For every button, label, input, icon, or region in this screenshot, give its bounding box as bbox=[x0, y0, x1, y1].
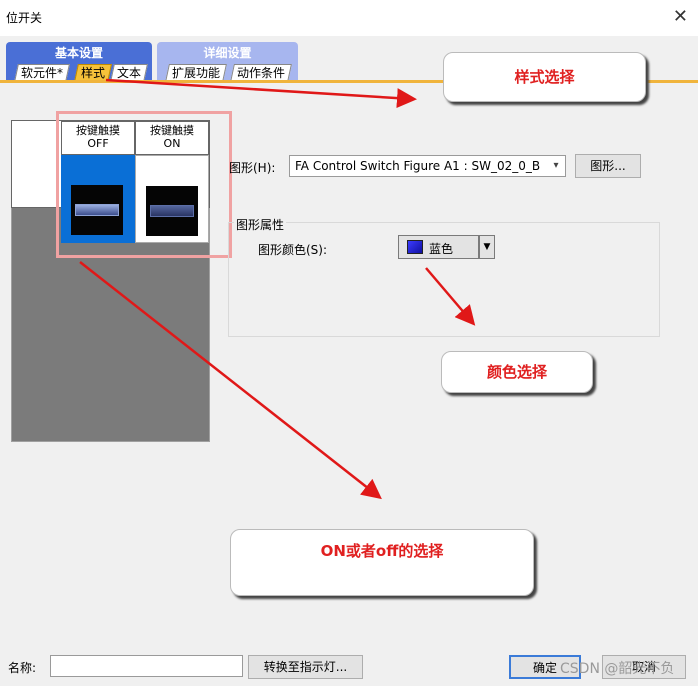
figure-select-value: FA Control Switch Figure A1 : SW_02_0_B bbox=[295, 159, 541, 173]
figure-button[interactable]: 图形... bbox=[575, 154, 641, 178]
figure-label: 图形(H): bbox=[229, 161, 276, 175]
tabgroup-detail-title: 详细设置 bbox=[203, 46, 252, 60]
chevron-down-icon[interactable]: ▾ bbox=[547, 156, 565, 176]
figure-properties-title: 图形属性 bbox=[234, 216, 287, 233]
tab-device-label: 软元件* bbox=[21, 66, 64, 80]
tab-text-label: 文本 bbox=[117, 66, 142, 80]
figure-color-button[interactable]: 蓝色 bbox=[398, 235, 479, 259]
figure-color-value: 蓝色 bbox=[429, 242, 454, 256]
figure-select[interactable]: FA Control Switch Figure A1 : SW_02_0_B … bbox=[289, 155, 566, 177]
tabgroup-detail[interactable]: 详细设置 扩展功能 动作条件 bbox=[157, 42, 298, 82]
figure-color-label: 图形颜色(S): bbox=[258, 243, 328, 257]
tab-extended-label: 扩展功能 bbox=[172, 66, 221, 80]
color-dropdown-arrow-icon[interactable]: ▼ bbox=[479, 235, 495, 259]
tabgroup-basic-title: 基本设置 bbox=[54, 46, 103, 60]
callout-onoff-select: ON或者off的选择 bbox=[230, 529, 534, 596]
tab-style-label: 样式 bbox=[81, 66, 106, 80]
color-swatch bbox=[407, 240, 423, 254]
window-title: 位开关 bbox=[6, 11, 43, 25]
name-label: 名称: bbox=[8, 661, 37, 675]
watermark: CSDN @韶光不负 bbox=[560, 661, 675, 677]
tabgroup-basic[interactable]: 基本设置 软元件* 样式 文本 bbox=[6, 42, 152, 82]
callout-color-select: 颜色选择 bbox=[441, 351, 593, 393]
title-bar: 位开关 ✕ bbox=[0, 0, 698, 36]
convert-to-lamp-button[interactable]: 转换至指示灯... bbox=[248, 655, 363, 679]
state-selection-highlight bbox=[56, 111, 232, 258]
tab-action-condition-label: 动作条件 bbox=[237, 66, 286, 80]
name-input[interactable] bbox=[50, 655, 243, 677]
callout-style-select: 样式选择 bbox=[443, 52, 646, 102]
close-icon[interactable]: ✕ bbox=[673, 6, 688, 27]
